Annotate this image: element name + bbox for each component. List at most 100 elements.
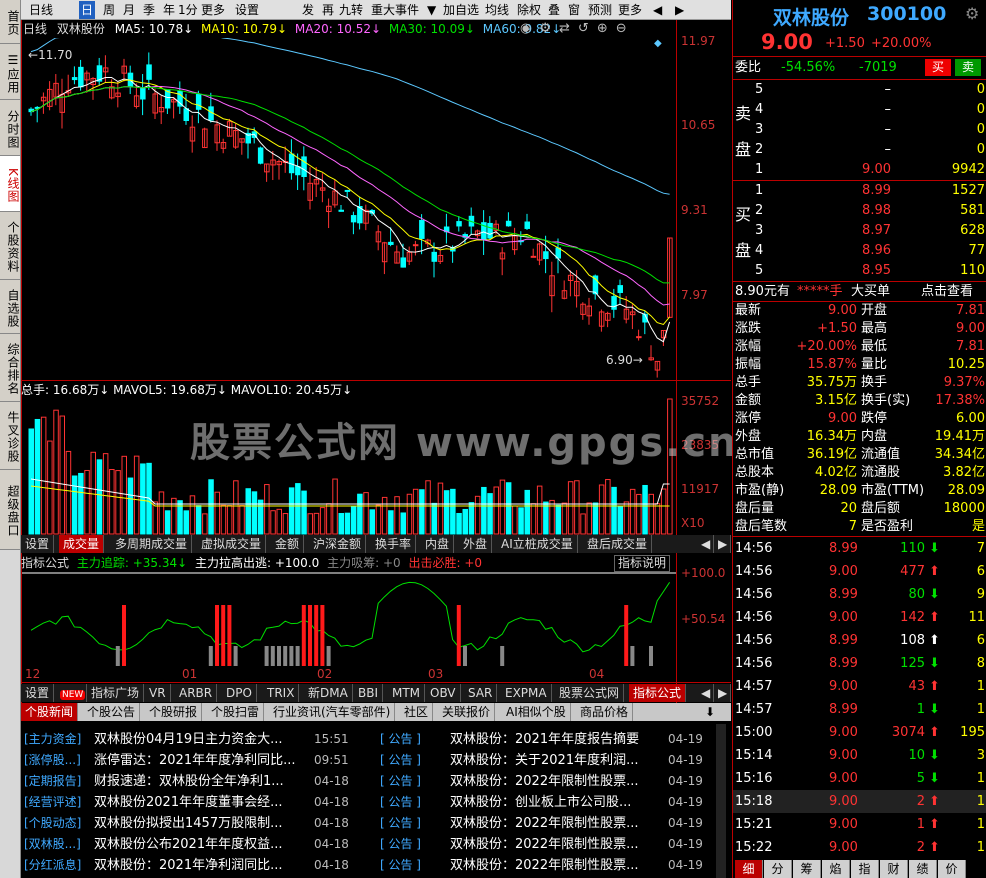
sidebar-tab-ranking[interactable]: 综合排名 [0, 334, 20, 402]
news-item[interactable]: [涨停股...] 涨停雷达：2021年年度净利同比... 09:51 [24, 750, 354, 771]
sidebar-tab-orderbook[interactable]: 超级盘口 [0, 470, 20, 550]
news-title[interactable]: 双林股份04月19日主力资金大... [94, 729, 309, 750]
news-title[interactable]: 双林股份：2022年限制性股票... [450, 855, 655, 876]
vol-tab-outer[interactable]: 外盘 [459, 535, 493, 553]
news-tab-commodity[interactable]: 商品价格 [576, 703, 634, 721]
news-tab-stock-news[interactable]: 个股新闻 [21, 703, 79, 721]
news-tab-risk[interactable]: 个股扫雷 [207, 703, 265, 721]
news-item[interactable]: [双林股...] 双林股份公布2021年年度权益... 04-18 [24, 834, 354, 855]
ask-level-row[interactable]: 1 9.00 9942 [733, 160, 986, 180]
zoom-in-icon[interactable]: ⊕ [597, 21, 616, 36]
scroll-left-button[interactable]: ◀ [651, 1, 664, 19]
settings-icon[interactable]: ⚙ [539, 21, 559, 36]
news-tab-announcements[interactable]: 个股公告 [83, 703, 141, 721]
overlay-button[interactable]: 叠 [546, 1, 562, 19]
scroll-left-icon[interactable]: ◀ [697, 535, 714, 553]
tools-more-button[interactable]: 更多 [616, 1, 644, 19]
ind-tab-mtm[interactable]: MTM [388, 684, 426, 702]
window-button[interactable]: 窗 [566, 1, 582, 19]
ind-tab-trix[interactable]: TRIX [263, 684, 300, 702]
bottom-tab[interactable]: 财 [880, 860, 908, 878]
period-1min-button[interactable]: 1分 [176, 1, 200, 19]
tool-zai-button[interactable]: 再 [320, 1, 336, 19]
news-title[interactable]: 双林股份拟授出1457万股限制... [94, 813, 309, 834]
sell-button[interactable]: 卖 [955, 59, 981, 76]
buy-button[interactable]: 买 [925, 59, 951, 76]
vol-tab-sh-amount[interactable]: 沪深金额 [309, 535, 367, 553]
news-title[interactable]: 双林股份：2022年限制性股票... [450, 813, 655, 834]
news-title[interactable]: 双林股份：2022年限制性股票... [450, 834, 655, 855]
news-item[interactable]: [ 公告 ] 双林股份：2022年限制性股票... 04-19 [380, 813, 710, 834]
big-order-link[interactable]: 点击查看 [921, 282, 973, 302]
bottom-tab[interactable]: 分 [764, 860, 792, 878]
ind-tab-settings[interactable]: 设置 [21, 684, 55, 702]
kline-chart[interactable] [21, 38, 681, 668]
news-title[interactable]: 双林股份：2022年限制性股票... [450, 771, 655, 792]
ind-tab-formula[interactable]: 指标公式 [629, 684, 687, 702]
bid-level-row[interactable]: 2 8.98 581 [733, 201, 986, 221]
scroll-right-icon[interactable]: ▶ [714, 535, 731, 553]
bottom-tab[interactable]: 焰 [822, 860, 850, 878]
sidebar-tab-watchlist[interactable]: 自选股 [0, 280, 20, 334]
ask-level-row[interactable]: 3 – 0 [733, 120, 986, 140]
bid-level-row[interactable]: 4 8.96 77 [733, 241, 986, 261]
bottom-tab[interactable]: 指 [851, 860, 879, 878]
bid-level-row[interactable]: 1 8.99 1527 [733, 181, 986, 201]
ind-tab-dma[interactable]: 新DMA [304, 684, 353, 702]
period-week-button[interactable]: 周 [101, 1, 117, 19]
ind-tab-expma[interactable]: EXPMA [501, 684, 552, 702]
period-more-button[interactable]: 更多 [199, 1, 227, 19]
major-events-dropdown[interactable]: ▼ [425, 1, 438, 19]
sidebar-tab-stock-info[interactable]: 个股资料 [0, 212, 20, 280]
ind-tab-dpo[interactable]: DPO [222, 684, 257, 702]
news-item[interactable]: [ 公告 ] 双林股份：创业板上市公司股... 04-19 [380, 792, 710, 813]
vol-tab-amount[interactable]: 金额 [271, 535, 305, 553]
news-item[interactable]: [分红派息] 双林股份：2021年净利润同比... 04-18 [24, 855, 354, 876]
download-icon[interactable]: ⬇ [701, 703, 719, 721]
bid-level-row[interactable]: 3 8.97 628 [733, 221, 986, 241]
vol-tab-turnover[interactable]: 换手率 [371, 535, 417, 553]
news-item[interactable]: [ 公告 ] 双林股份：2021年年度报告摘要 04-19 [380, 729, 710, 750]
news-scrollbar[interactable] [716, 724, 726, 878]
news-item[interactable]: [ 公告 ] 双林股份：关于2021年度利润... 04-19 [380, 750, 710, 771]
period-year-button[interactable]: 年 [161, 1, 177, 19]
ind-tab-obv[interactable]: OBV [426, 684, 461, 702]
news-title[interactable]: 双林股份公布2021年年度权益... [94, 834, 309, 855]
news-title[interactable]: 双林股份：关于2021年度利润... [450, 750, 655, 771]
add-watchlist-button[interactable]: 加自选 [441, 1, 481, 19]
ask-level-row[interactable]: 4 – 0 [733, 100, 986, 120]
vol-tab-afterhours[interactable]: 盘后成交量 [583, 535, 653, 553]
ind-tab-vr[interactable]: VR [145, 684, 171, 702]
eye-icon[interactable]: ◉ [520, 21, 539, 36]
vol-tab-ai[interactable]: AI立桩成交量 [497, 535, 578, 553]
zoom-out-icon[interactable]: ⊖ [616, 21, 635, 36]
swap-icon[interactable]: ⇄ [559, 21, 578, 36]
bid-level-row[interactable]: 5 8.95 110 [733, 261, 986, 281]
news-tab-research[interactable]: 个股研报 [145, 703, 203, 721]
major-events-button[interactable]: 重大事件 [369, 1, 421, 19]
sidebar-tab-timeshare[interactable]: 分时图 [0, 100, 20, 156]
news-item[interactable]: [ 公告 ] 双林股份：2022年限制性股票... 04-19 [380, 834, 710, 855]
news-title[interactable]: 财报速递：双林股份全年净利1... [94, 771, 309, 792]
tool-jiuzhuan-button[interactable]: 九转 [337, 1, 365, 19]
news-title[interactable]: 双林股份：创业板上市公司股... [450, 792, 655, 813]
vol-tab-settings[interactable]: 设置 [21, 535, 55, 553]
news-item[interactable]: [ 公告 ] 双林股份：2022年限制性股票... 04-19 [380, 855, 710, 876]
ind-tab-bbi[interactable]: BBI [354, 684, 384, 702]
news-tab-industry[interactable]: 行业资讯(汽车零部件) [269, 703, 396, 721]
bottom-tab[interactable]: 价 [938, 860, 966, 878]
ind-tab-plaza[interactable]: 指标广场 [87, 684, 145, 702]
news-tab-community[interactable]: 社区 [400, 703, 434, 721]
bottom-tab[interactable]: 筹 [793, 860, 821, 878]
scroll-left-icon[interactable]: ◀ [697, 684, 714, 702]
period-month-button[interactable]: 月 [121, 1, 137, 19]
ind-tab-sar[interactable]: SAR [464, 684, 498, 702]
vol-tab-multiperiod[interactable]: 多周期成交量 [111, 535, 193, 553]
period-quarter-button[interactable]: 季 [141, 1, 157, 19]
ind-tab-arbr[interactable]: ARBR [175, 684, 218, 702]
ind-tab-gpgs[interactable]: 股票公式网 [555, 684, 625, 702]
vol-tab-inner[interactable]: 内盘 [421, 535, 455, 553]
news-item[interactable]: [ 公告 ] 双林股份：2022年限制性股票... 04-19 [380, 771, 710, 792]
sidebar-tab-home[interactable]: 首页 [0, 0, 20, 44]
indicator-help-button[interactable]: 指标说明 [614, 555, 671, 572]
